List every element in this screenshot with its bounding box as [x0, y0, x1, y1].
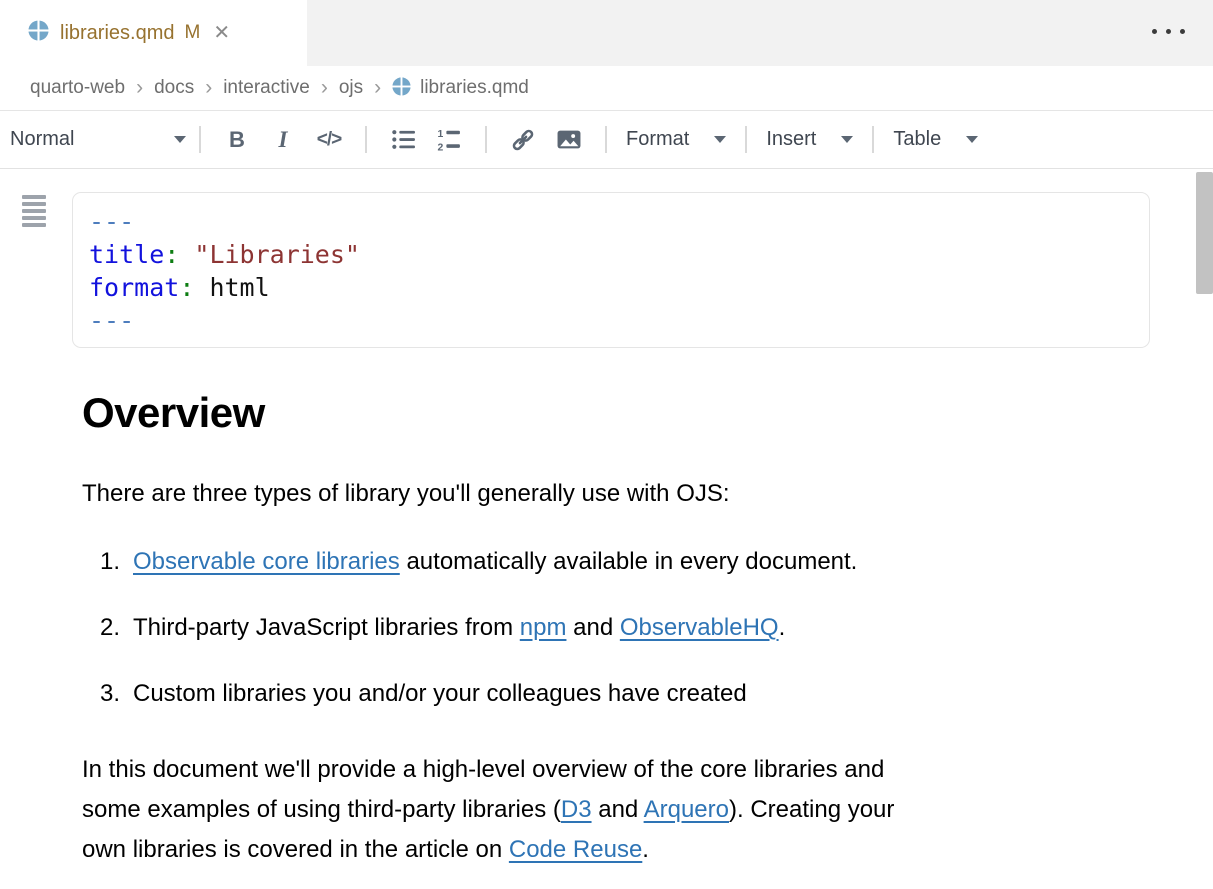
list-marker: 3. — [100, 678, 133, 710]
code-button[interactable]: </> — [306, 121, 352, 159]
image-icon — [555, 127, 583, 152]
svg-text:1: 1 — [437, 129, 443, 140]
yaml-key-title: title — [89, 240, 164, 269]
paragraph-style-value: Normal — [10, 128, 74, 151]
quarto-icon — [28, 20, 49, 46]
code-icon: </> — [317, 129, 341, 151]
paragraph-style-select[interactable]: Normal — [10, 128, 186, 151]
outro-paragraph[interactable]: In this document we'll provide a high-le… — [82, 750, 1150, 870]
link-arquero[interactable]: Arquero — [644, 796, 729, 823]
chevron-right-icon: › — [374, 76, 381, 100]
quarto-icon — [392, 77, 411, 99]
numbered-list: 1. Observable core libraries automatical… — [82, 546, 1150, 710]
numbered-list-icon: 1 2 — [436, 127, 463, 152]
yaml-front-matter-block[interactable]: --- title: "Libraries" format: html --- — [72, 192, 1150, 348]
image-button[interactable] — [546, 121, 592, 159]
breadcrumb-item-interactive[interactable]: interactive — [223, 77, 310, 99]
yaml-value-title: "Libraries" — [194, 240, 360, 269]
breadcrumb-item-file[interactable]: libraries.qmd — [420, 77, 529, 99]
chevron-down-icon — [714, 136, 726, 143]
toolbar-divider — [199, 126, 201, 153]
toolbar-divider — [365, 126, 367, 153]
yaml-key-format: format — [89, 273, 179, 302]
chevron-down-icon — [841, 136, 853, 143]
toolbar-divider — [872, 126, 874, 153]
list-item-3[interactable]: 3. Custom libraries you and/or your coll… — [82, 678, 1150, 710]
toolbar-divider — [605, 126, 607, 153]
modified-badge: M — [184, 22, 200, 44]
tab-strip: libraries.qmd M ✕ — [0, 0, 1213, 66]
bulleted-list-icon — [390, 127, 417, 152]
block-drag-handle-icon[interactable] — [22, 195, 46, 230]
italic-button[interactable]: I — [260, 121, 306, 159]
link-observable-core-libraries[interactable]: Observable core libraries — [133, 548, 400, 575]
table-menu[interactable]: Table — [887, 128, 984, 151]
more-actions-button[interactable] — [1152, 29, 1185, 34]
tab-libraries-qmd[interactable]: libraries.qmd M ✕ — [0, 0, 307, 66]
yaml-delimiter: --- — [89, 207, 134, 236]
toolbar-divider — [485, 126, 487, 153]
bulleted-list-button[interactable] — [380, 121, 426, 159]
link-button[interactable] — [500, 121, 546, 159]
link-code-reuse[interactable]: Code Reuse — [509, 836, 642, 863]
toolbar-divider — [745, 126, 747, 153]
list-marker: 1. — [100, 546, 133, 578]
vertical-scrollbar-thumb[interactable] — [1196, 172, 1213, 294]
heading-overview[interactable]: Overview — [82, 390, 1150, 436]
italic-icon: I — [279, 127, 288, 153]
chevron-down-icon — [966, 136, 978, 143]
editor-toolbar: Normal B I </> 1 2 — [0, 111, 1213, 169]
list-item-1[interactable]: 1. Observable core libraries automatical… — [82, 546, 1150, 578]
intro-paragraph[interactable]: There are three types of library you'll … — [82, 478, 1150, 510]
breadcrumb-item-quarto-web[interactable]: quarto-web — [30, 77, 125, 99]
breadcrumb-item-ojs[interactable]: ojs — [339, 77, 363, 99]
link-d3[interactable]: D3 — [561, 796, 592, 823]
breadcrumb: quarto-web › docs › interactive › ojs › … — [0, 66, 1213, 111]
link-npm[interactable]: npm — [520, 614, 567, 641]
link-icon — [509, 127, 537, 153]
numbered-list-button[interactable]: 1 2 — [426, 121, 472, 159]
breadcrumb-item-docs[interactable]: docs — [154, 77, 194, 99]
chevron-right-icon: › — [205, 76, 212, 100]
chevron-down-icon — [174, 136, 186, 143]
chevron-right-icon: › — [136, 76, 143, 100]
chevron-right-icon: › — [321, 76, 328, 100]
tab-title: libraries.qmd — [60, 22, 174, 45]
bold-button[interactable]: B — [214, 121, 260, 159]
list-item-2[interactable]: 2. Third-party JavaScript libraries from… — [82, 612, 1150, 644]
editor-canvas[interactable]: --- title: "Libraries" format: html --- … — [0, 169, 1213, 888]
yaml-value-format: html — [209, 273, 269, 302]
yaml-delimiter: --- — [89, 306, 134, 335]
close-icon[interactable]: ✕ — [213, 23, 230, 43]
list-marker: 2. — [100, 612, 133, 644]
bold-icon: B — [229, 127, 245, 153]
format-menu[interactable]: Format — [620, 128, 732, 151]
svg-text:2: 2 — [437, 142, 443, 152]
insert-menu[interactable]: Insert — [760, 128, 859, 151]
link-observablehq[interactable]: ObservableHQ — [620, 614, 779, 641]
